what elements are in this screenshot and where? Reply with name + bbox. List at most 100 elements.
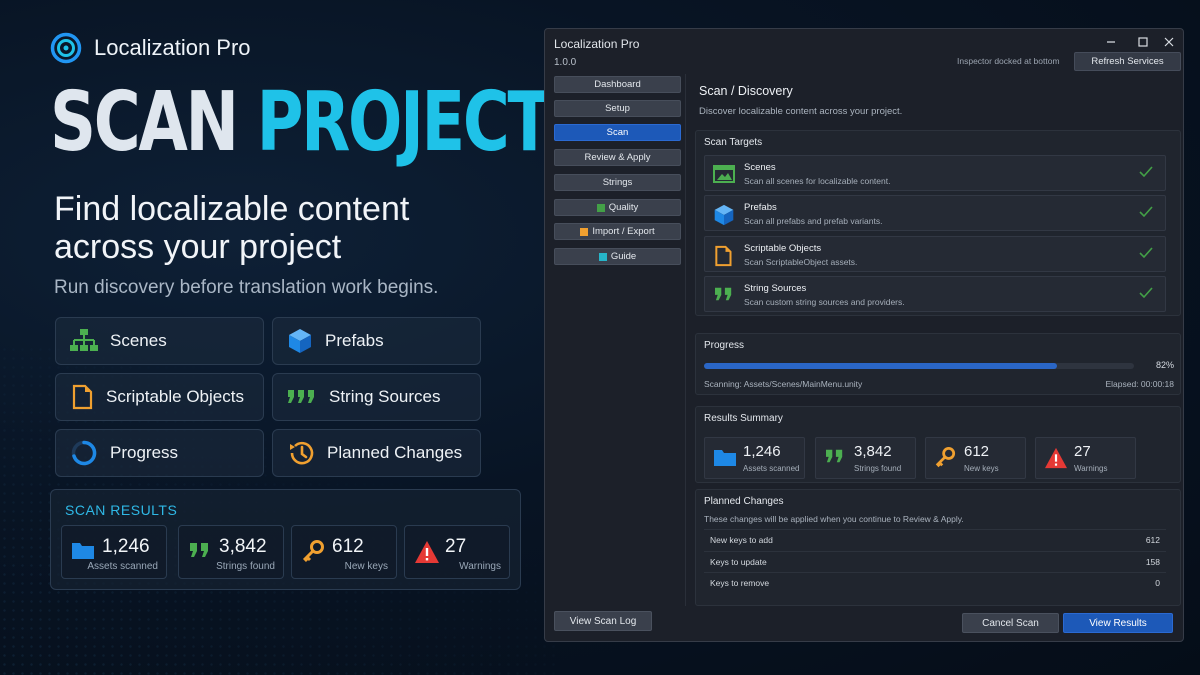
planned-row: New keys to add 612 <box>704 529 1166 549</box>
quality-marker-icon <box>596 203 605 212</box>
nav-dashboard[interactable]: Dashboard <box>554 76 681 93</box>
planned-key: New keys to add <box>710 535 773 545</box>
summary-value: 1,246 <box>743 443 781 460</box>
checkmark-icon[interactable] <box>1139 287 1153 299</box>
nav-label: Setup <box>605 103 630 114</box>
summary-card-strings: 3,842 Strings found <box>815 437 916 479</box>
summary-card-assets: 1,246 Assets scanned <box>704 437 805 479</box>
target-row-scriptable-objects[interactable]: Scriptable Objects Scan ScriptableObject… <box>704 236 1166 272</box>
refresh-services-button[interactable]: Refresh Services <box>1074 52 1181 71</box>
quote-icon <box>190 543 208 557</box>
planned-changes-panel: Planned Changes These changes will be ap… <box>695 489 1181 606</box>
planned-value: 612 <box>1145 535 1160 545</box>
target-row-prefabs[interactable]: Prefabs Scan all prefabs and prefab vari… <box>704 195 1166 231</box>
feature-card-scriptable-objects: Scriptable Objects <box>55 373 264 421</box>
hero-title: SCAN PROJECT <box>50 82 551 164</box>
target-name: String Sources <box>744 283 807 294</box>
minimize-icon <box>1107 41 1115 43</box>
planned-key: Keys to remove <box>710 578 770 588</box>
elapsed-time: Elapsed: 00:00:18 <box>1105 379 1174 389</box>
feature-card-planned-changes: Planned Changes <box>272 429 481 477</box>
nav-quality[interactable]: Quality <box>554 199 681 216</box>
summary-card-warnings: 27 Warnings <box>1035 437 1136 479</box>
result-value: 1,246 <box>102 536 150 557</box>
summary-label: Strings found <box>854 464 902 473</box>
feature-label: Planned Changes <box>327 443 463 462</box>
guide-marker-icon <box>598 252 607 261</box>
summary-label: Warnings <box>1074 464 1108 473</box>
feature-label: String Sources <box>329 387 441 406</box>
quote-icon <box>826 449 843 463</box>
nav-label: Import / Export <box>592 226 655 237</box>
planned-key: Keys to update <box>710 557 767 567</box>
maximize-button[interactable] <box>1132 33 1154 51</box>
checkmark-icon[interactable] <box>1139 247 1153 259</box>
target-row-scenes[interactable]: Scenes Scan all scenes for localizable c… <box>704 155 1166 191</box>
progress-bar-fill <box>704 363 1057 369</box>
nav-label: Scan <box>606 127 629 138</box>
scene-icon <box>713 165 735 183</box>
view-results-button[interactable]: View Results <box>1063 613 1173 633</box>
result-value: 612 <box>332 536 364 557</box>
nav-label: Guide <box>610 251 637 262</box>
summary-value: 612 <box>964 443 990 460</box>
target-name: Scriptable Objects <box>744 243 822 254</box>
close-button[interactable] <box>1158 33 1180 51</box>
feature-label: Progress <box>110 443 179 462</box>
nav-strings[interactable]: Strings <box>554 174 681 191</box>
nav-guide[interactable]: Guide <box>554 248 681 265</box>
scan-targets-title: Scan Targets <box>704 137 763 148</box>
app-window: Localization Pro 1.0.0 Inspector docked … <box>544 28 1184 642</box>
progress-panel: Progress 82% Scanning: Assets/Scenes/Mai… <box>695 333 1181 395</box>
inspector-dock-note: Inspector docked at bottom <box>957 56 1060 66</box>
scanning-path: Scanning: Assets/Scenes/MainMenu.unity <box>704 379 863 389</box>
feature-card-scenes: Scenes <box>55 317 264 365</box>
summary-card-keys: 612 New keys <box>925 437 1026 479</box>
document-icon <box>72 384 93 410</box>
folder-icon <box>72 543 94 559</box>
view-scan-log-button[interactable]: View Scan Log <box>554 611 652 631</box>
folder-icon <box>714 450 736 466</box>
scan-results-panel: SCAN RESULTS 1,246 Assets scanned 3,842 … <box>50 489 521 590</box>
target-desc: Scan custom string sources and providers… <box>744 297 905 307</box>
nav-scan[interactable]: Scan <box>554 124 681 141</box>
planned-value: 158 <box>1145 557 1160 567</box>
feature-card-prefabs: Prefabs <box>272 317 481 365</box>
nav-label: Dashboard <box>594 79 641 90</box>
progress-bar <box>704 363 1134 369</box>
result-label: Warnings <box>459 561 501 572</box>
feature-card-string-sources: String Sources <box>272 373 481 421</box>
nav-import-export[interactable]: Import / Export <box>554 223 681 240</box>
import-export-marker-icon <box>580 227 589 236</box>
result-value: 27 <box>445 536 467 557</box>
result-card-warnings: 27 Warnings <box>404 525 510 579</box>
document-icon <box>715 245 732 267</box>
planned-row: Keys to update 158 <box>704 551 1166 571</box>
planned-value: 0 <box>1155 578 1160 588</box>
summary-value: 3,842 <box>854 443 892 460</box>
checkmark-icon[interactable] <box>1139 206 1153 218</box>
logo-icon <box>50 32 82 64</box>
cube-icon <box>714 204 734 226</box>
sidebar-divider <box>685 74 686 606</box>
key-icon <box>302 540 324 563</box>
target-row-string-sources[interactable]: String Sources Scan custom string source… <box>704 276 1166 312</box>
nav-label: Strings <box>602 177 633 188</box>
minimize-button[interactable] <box>1100 33 1122 51</box>
quote-icon <box>715 287 732 301</box>
progress-ring-icon <box>71 440 97 466</box>
results-summary-panel: Results Summary 1,246 Assets scanned 3,8… <box>695 406 1181 483</box>
brand-name: Localization Pro <box>94 35 251 60</box>
cancel-scan-button[interactable]: Cancel Scan <box>962 613 1059 633</box>
results-summary-title: Results Summary <box>704 413 783 424</box>
nav-label: Review & Apply <box>584 152 651 163</box>
nav-review-apply[interactable]: Review & Apply <box>554 149 681 166</box>
nav-label: Quality <box>608 202 639 213</box>
checkmark-icon[interactable] <box>1139 166 1153 178</box>
hero-title-part1: SCAN <box>50 75 239 170</box>
window-title: Localization Pro <box>554 37 640 51</box>
page-subtitle: Discover localizable content across your… <box>699 106 903 117</box>
key-icon <box>935 447 956 468</box>
target-name: Prefabs <box>744 202 777 213</box>
nav-setup[interactable]: Setup <box>554 100 681 117</box>
